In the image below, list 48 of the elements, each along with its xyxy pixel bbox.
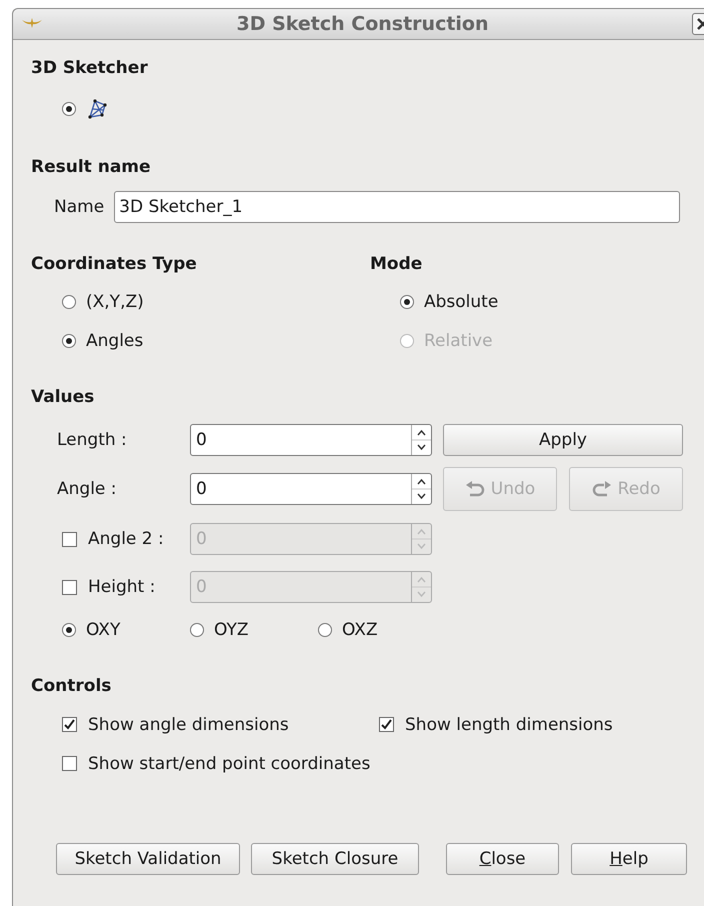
field-label: Name <box>54 197 104 217</box>
window-title: 3D Sketch Construction <box>235 13 490 35</box>
stepper-arrows-icon[interactable] <box>411 474 431 504</box>
radio-button[interactable] <box>318 623 332 637</box>
radio-button[interactable] <box>190 623 204 637</box>
check-mark-icon <box>381 719 392 730</box>
section-heading: Controls <box>31 675 112 698</box>
checkbox-label: Show length dimensions <box>405 714 613 734</box>
field-label: Angle : <box>57 479 117 499</box>
checkbox-label: Show angle dimensions <box>88 714 289 734</box>
checkbox[interactable] <box>62 756 77 771</box>
name-field[interactable]: 3D Sketcher_1 <box>114 191 680 223</box>
stepper-arrows-icon[interactable] <box>411 425 431 455</box>
section-heading: Result name <box>31 156 152 179</box>
section-heading: Values <box>31 386 96 409</box>
checkbox[interactable] <box>62 717 77 732</box>
check-mark-icon <box>64 719 75 730</box>
section-heading: Mode <box>370 253 424 276</box>
bird-icon <box>21 17 43 29</box>
radio-label: (X,Y,Z) <box>86 292 144 312</box>
undo-arrow-icon <box>464 480 485 498</box>
checkbox[interactable] <box>379 717 394 732</box>
radio-button[interactable] <box>62 334 76 348</box>
radio-button[interactable] <box>400 294 414 308</box>
spin-box[interactable]: 0 <box>190 473 432 505</box>
dialog-button[interactable]: Sketch Closure <box>251 843 419 875</box>
checkbox-label: Angle 2 : <box>88 529 164 549</box>
checkbox-label: Height : <box>88 577 156 597</box>
radio-label: OXZ <box>342 620 378 640</box>
dialog-button[interactable]: Close <box>446 843 559 875</box>
radio-button[interactable] <box>62 294 76 308</box>
dialog-button[interactable]: Sketch Validation <box>56 843 240 875</box>
apply-button[interactable]: Apply <box>443 424 683 456</box>
radio-label: OYZ <box>214 620 248 640</box>
radio-label: Relative <box>424 330 493 350</box>
section-heading: Coordinates Type <box>31 253 198 276</box>
section-heading: 3D Sketcher <box>31 57 149 80</box>
radio-button[interactable] <box>62 623 76 637</box>
radio-button[interactable] <box>62 102 76 116</box>
radio-label: Absolute <box>424 292 498 312</box>
checkbox-label: Show start/end point coordinates <box>88 754 370 774</box>
radio-label: OXY <box>86 620 120 640</box>
dialog-button[interactable]: Help <box>571 843 687 875</box>
sketch-icon <box>86 97 108 121</box>
radio-label: Angles <box>86 330 144 350</box>
redo-arrow-icon <box>592 480 612 498</box>
spin-box[interactable]: 0 <box>190 424 432 456</box>
field-label: Length : <box>57 430 127 450</box>
